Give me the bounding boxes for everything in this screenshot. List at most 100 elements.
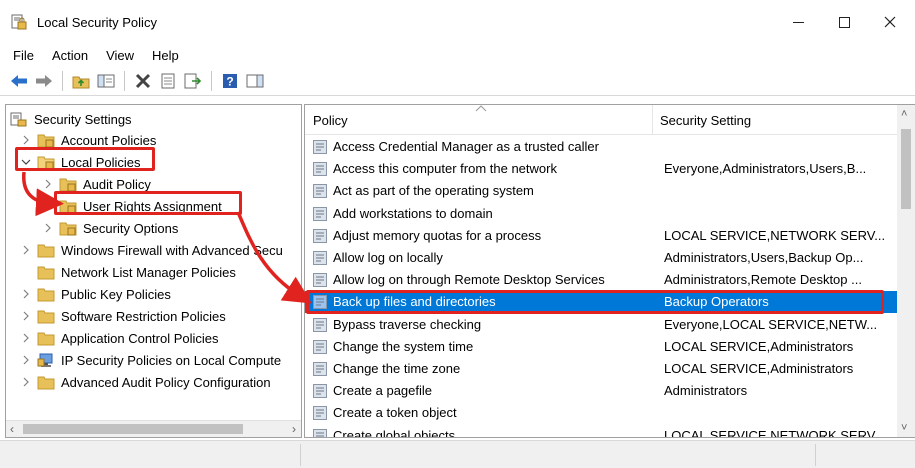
maximize-icon	[838, 16, 850, 28]
menu-bar: File Action View Help	[0, 44, 915, 66]
tree-item-advanced-audit[interactable]: Advanced Audit Policy Configuration	[20, 371, 271, 393]
scroll-down-icon[interactable]: ˅	[901, 422, 907, 434]
help-button[interactable]: ?	[219, 70, 241, 92]
policy-setting-icon	[313, 206, 327, 221]
svg-text:?: ?	[226, 74, 233, 88]
toolbar-separator	[124, 70, 125, 91]
chevron-down-icon[interactable]	[20, 156, 32, 168]
table-row[interactable]: Bypass traverse checking Everyone,LOCAL S…	[305, 314, 897, 336]
list-vertical-scrollbar[interactable]: ˄ ˅	[897, 105, 915, 437]
policy-name: Add workstations to domain	[333, 205, 493, 221]
table-row[interactable]: Change the system time LOCAL SERVICE,Admi…	[305, 336, 897, 358]
table-row[interactable]: Access Credential Manager as a trusted c…	[305, 136, 897, 158]
menu-help[interactable]: Help	[143, 48, 188, 63]
table-row[interactable]: Allow log on through Remote Desktop Serv…	[305, 269, 897, 291]
chevron-right-icon[interactable]	[20, 134, 32, 146]
console-tree[interactable]: Security Settings Account Policies Local…	[5, 104, 302, 438]
policy-name: Bypass traverse checking	[333, 316, 482, 332]
tree-item-ip-security[interactable]: IP Security Policies on Local Compute	[20, 349, 281, 371]
policy-setting-icon	[313, 384, 327, 399]
minimize-button[interactable]	[775, 0, 821, 44]
back-button[interactable]	[8, 70, 30, 92]
security-setting-value: LOCAL SERVICE,NETWORK SERV...	[664, 227, 886, 243]
tree-item-software-restriction[interactable]: Software Restriction Policies	[20, 305, 226, 327]
table-row[interactable]: Back up files and directories Backup Oper…	[305, 291, 897, 314]
menu-view[interactable]: View	[97, 48, 143, 63]
folder-icon	[37, 332, 55, 345]
up-folder-button[interactable]	[70, 70, 92, 92]
chevron-right-icon[interactable]	[20, 288, 32, 300]
policy-name: Create global objects	[333, 427, 456, 438]
tree-item-application-control[interactable]: Application Control Policies	[20, 327, 219, 349]
chevron-right-icon[interactable]	[42, 178, 54, 190]
action-pane-button[interactable]	[244, 70, 266, 92]
table-row[interactable]: Create a pagefile Administrators	[305, 380, 897, 402]
maximize-button[interactable]	[821, 0, 867, 44]
toolbar: ?	[0, 66, 915, 96]
tree-root-security-settings[interactable]: Security Settings	[10, 108, 132, 130]
column-divider[interactable]	[652, 105, 653, 135]
policy-setting-icon	[313, 406, 327, 421]
title-bar: Local Security Policy	[0, 0, 915, 44]
tree-label: Windows Firewall with Advanced Secu	[61, 242, 283, 258]
tree-label: IP Security Policies on Local Compute	[61, 352, 282, 368]
scroll-left-icon[interactable]: ‹	[10, 422, 14, 436]
toolbar-separator	[211, 70, 212, 91]
forward-button[interactable]	[33, 70, 55, 92]
scroll-up-icon[interactable]: ˄	[901, 108, 907, 120]
tree-item-account-policies[interactable]: Account Policies	[20, 129, 156, 151]
chevron-right-icon[interactable]	[20, 310, 32, 322]
tree-item-public-key-policies[interactable]: Public Key Policies	[20, 283, 171, 305]
column-header-policy[interactable]: Policy	[313, 113, 348, 128]
table-row[interactable]: Create a token object	[305, 402, 897, 424]
chevron-right-icon[interactable]	[20, 332, 32, 344]
security-setting-value: LOCAL SERVICE,Administrators	[664, 361, 854, 376]
table-row[interactable]: Access this computer from the network Eve…	[305, 158, 897, 180]
tree-label: Network List Manager Policies	[61, 264, 236, 280]
security-setting-value: Backup Operators	[664, 294, 769, 310]
back-icon	[11, 74, 27, 87]
policy-name: Allow log on through Remote Desktop Serv…	[333, 272, 605, 288]
chevron-right-icon[interactable]	[20, 354, 32, 366]
table-row[interactable]: Allow log on locally Administrators,Users…	[305, 247, 897, 269]
delete-button[interactable]	[132, 70, 154, 92]
tree-label: Security Settings	[34, 111, 132, 127]
scrollbar-thumb[interactable]	[901, 129, 911, 209]
chevron-right-icon[interactable]	[20, 376, 32, 388]
scroll-right-icon[interactable]: ›	[292, 422, 296, 436]
table-row[interactable]: Adjust memory quotas for a process LOCAL …	[305, 225, 897, 247]
window-title: Local Security Policy	[37, 15, 157, 30]
table-row[interactable]: Act as part of the operating system	[305, 180, 897, 202]
policy-name: Act as part of the operating system	[333, 183, 534, 199]
properties-button[interactable]	[157, 70, 179, 92]
menu-action[interactable]: Action	[43, 48, 97, 63]
close-button[interactable]	[867, 0, 913, 44]
show-hide-tree-button[interactable]	[95, 70, 117, 92]
scrollbar-thumb[interactable]	[23, 424, 243, 434]
tree-item-security-options[interactable]: Security Options	[42, 217, 178, 239]
menu-file[interactable]: File	[4, 48, 43, 63]
tree-item-local-policies[interactable]: Local Policies	[20, 151, 141, 173]
policy-setting-icon	[313, 251, 327, 265]
table-row[interactable]: Add workstations to domain	[305, 203, 897, 225]
table-row[interactable]: Create global objects LOCAL SERVICE,NETWO…	[305, 425, 897, 438]
export-list-button[interactable]	[182, 70, 204, 92]
tree-label: Application Control Policies	[61, 330, 219, 346]
policy-setting-icon	[313, 317, 327, 332]
tree-horizontal-scrollbar[interactable]: ‹ ›	[6, 420, 301, 437]
policy-list[interactable]: Policy Security Setting Access Credentia…	[304, 104, 915, 438]
chevron-right-icon[interactable]	[20, 244, 32, 256]
tree-item-audit-policy[interactable]: Audit Policy	[42, 173, 151, 195]
tree-item-user-rights-assignment[interactable]: User Rights Assignment	[42, 195, 222, 217]
tree-item-windows-firewall[interactable]: Windows Firewall with Advanced Secu	[20, 239, 283, 261]
tree-item-network-list-manager[interactable]: Network List Manager Policies	[20, 261, 236, 283]
policy-setting-icon	[313, 339, 327, 354]
policy-setting-icon	[313, 162, 327, 177]
tree-label: Security Options	[83, 220, 179, 236]
column-header-security-setting[interactable]: Security Setting	[660, 113, 751, 128]
security-settings-icon	[10, 112, 27, 126]
table-row[interactable]: Change the time zone LOCAL SERVICE,Admini…	[305, 358, 897, 380]
folder-icon	[37, 376, 55, 389]
chevron-right-icon[interactable]	[42, 222, 54, 234]
